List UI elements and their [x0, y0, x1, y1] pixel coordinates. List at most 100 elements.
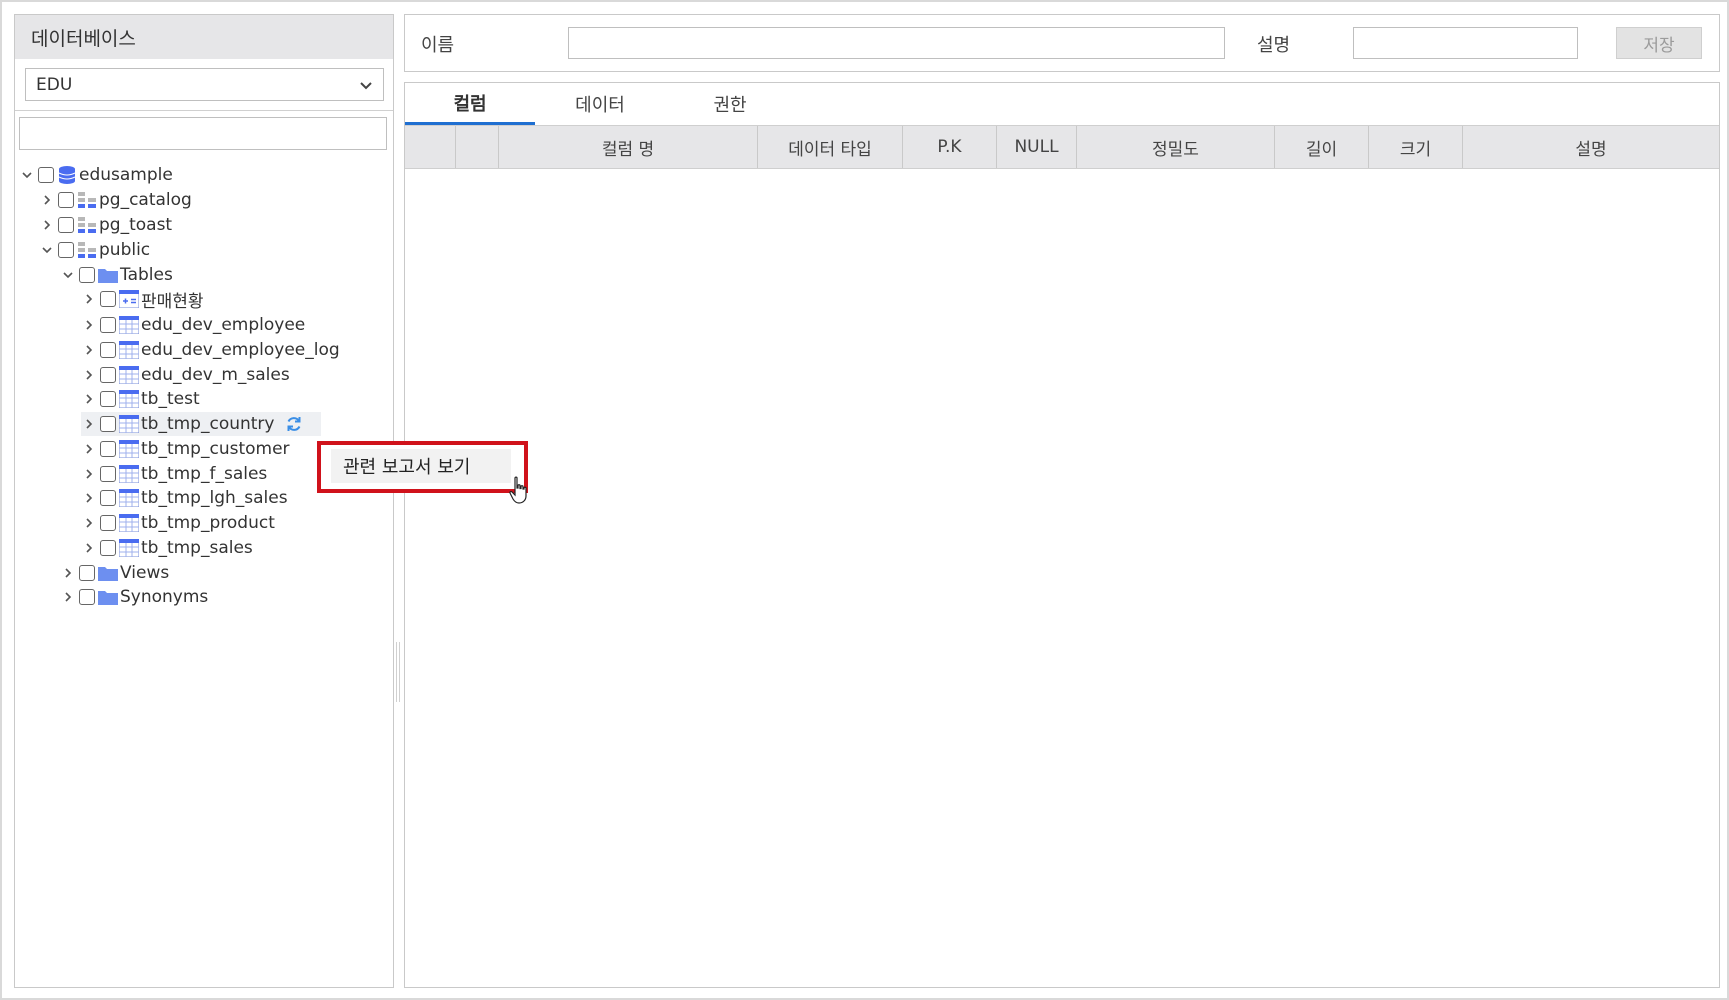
chevron-down-icon[interactable]	[19, 167, 35, 183]
grid-header-null[interactable]: NULL	[997, 126, 1077, 168]
checkbox[interactable]	[79, 267, 95, 283]
name-label: 이름	[421, 35, 455, 56]
chevron-right-icon[interactable]	[81, 441, 97, 457]
checkbox[interactable]	[100, 391, 116, 407]
grid-header-precision[interactable]: 정밀도	[1077, 126, 1275, 168]
save-button[interactable]: 저장	[1616, 27, 1702, 59]
tree-node-table[interactable]: edu_dev_employee_log	[81, 338, 340, 362]
tab-data[interactable]: 데이터	[535, 83, 665, 125]
table-icon	[119, 538, 139, 558]
grid-header-data-type[interactable]: 데이터 타입	[758, 126, 903, 168]
tree-node-label: tb_tmp_country	[141, 414, 275, 434]
checkbox[interactable]	[38, 167, 54, 183]
checkbox[interactable]	[79, 565, 95, 581]
database-panel: 데이터베이스 EDU edusample pg_catalog pg_toast…	[14, 14, 394, 988]
tree-node-folder-views[interactable]: Views	[60, 561, 169, 585]
checkbox[interactable]	[100, 515, 116, 531]
grid-header-select[interactable]	[456, 126, 499, 168]
tree-node-table[interactable]: tb_test	[81, 387, 200, 411]
table-icon	[119, 464, 139, 484]
tree-node-table[interactable]: tb_tmp_sales	[81, 536, 253, 560]
chevron-right-icon[interactable]	[81, 391, 97, 407]
chevron-down-icon[interactable]	[39, 242, 55, 258]
tree-node-table[interactable]: 판매현황	[81, 287, 204, 312]
chevron-down-icon[interactable]	[60, 267, 76, 283]
tree-node-label: tb_tmp_product	[141, 513, 275, 533]
checkbox[interactable]	[58, 242, 74, 258]
tree-node-folder-tables[interactable]: Tables	[60, 263, 173, 287]
chevron-right-icon[interactable]	[81, 490, 97, 506]
checkbox[interactable]	[100, 317, 116, 333]
checkbox[interactable]	[100, 466, 116, 482]
chevron-right-icon[interactable]	[81, 317, 97, 333]
folder-icon	[98, 587, 118, 607]
grid-header-description[interactable]: 설명	[1463, 126, 1719, 168]
tree-node-label: tb_test	[141, 389, 200, 409]
tree-node-label: edu_dev_m_sales	[141, 365, 290, 385]
checkbox[interactable]	[100, 490, 116, 506]
tree-node-label: edu_dev_employee_log	[141, 340, 340, 360]
checkbox[interactable]	[100, 416, 116, 432]
grid-header-pk[interactable]: P.K	[903, 126, 997, 168]
checkbox[interactable]	[100, 291, 116, 307]
detail-panel: 컬럼 데이터 권한 컬럼 명 데이터 타입 P.K NULL 정밀도 길이 크기…	[404, 82, 1720, 988]
name-input[interactable]	[568, 27, 1225, 59]
chevron-right-icon[interactable]	[81, 342, 97, 358]
table-icon	[119, 513, 139, 533]
tree-node-table[interactable]: tb_tmp_product	[81, 511, 275, 535]
chevron-right-icon[interactable]	[81, 466, 97, 482]
chevron-right-icon[interactable]	[81, 367, 97, 383]
tab-permissions[interactable]: 권한	[665, 83, 795, 125]
app-frame: 데이터베이스 EDU edusample pg_catalog pg_toast…	[0, 0, 1729, 1000]
context-menu-item-view-related-reports[interactable]: 관련 보고서 보기	[331, 449, 511, 483]
folder-icon	[98, 265, 118, 285]
chevron-right-icon[interactable]	[60, 565, 76, 581]
tree-node-table[interactable]: edu_dev_employee	[81, 313, 305, 337]
chevron-right-icon[interactable]	[81, 540, 97, 556]
grid-header-column-name[interactable]: 컬럼 명	[499, 126, 758, 168]
tree-node-label: pg_catalog	[99, 190, 192, 210]
tree-node-label: public	[99, 240, 151, 260]
tree-node-label: tb_tmp_f_sales	[141, 464, 268, 484]
tree-node-schema[interactable]: pg_catalog	[39, 188, 192, 212]
checkbox[interactable]	[100, 367, 116, 383]
chevron-right-icon[interactable]	[81, 515, 97, 531]
tree-node-root[interactable]: edusample	[19, 163, 173, 187]
tree-node-label: tb_tmp_lgh_sales	[141, 488, 288, 508]
table-icon	[119, 315, 139, 335]
tree-node-schema[interactable]: pg_toast	[39, 213, 172, 237]
tree-node-label: Tables	[120, 265, 173, 285]
chevron-right-icon[interactable]	[81, 416, 97, 432]
checkbox[interactable]	[100, 540, 116, 556]
context-menu: 관련 보고서 보기	[317, 441, 528, 493]
checkbox[interactable]	[79, 589, 95, 605]
tree-node-table[interactable]: tb_tmp_f_sales	[81, 462, 267, 486]
chevron-right-icon[interactable]	[39, 217, 55, 233]
tree-filter-input[interactable]	[19, 117, 387, 150]
tree-node-label: 판매현황	[141, 291, 204, 312]
description-input[interactable]	[1353, 27, 1578, 59]
chevron-right-icon[interactable]	[39, 192, 55, 208]
chevron-right-icon[interactable]	[60, 589, 76, 605]
grid-header-length[interactable]: 길이	[1275, 126, 1369, 168]
tree-node-folder-synonyms[interactable]: Synonyms	[60, 585, 208, 609]
tree-node-table[interactable]: edu_dev_m_sales	[81, 363, 290, 387]
folder-icon	[98, 563, 118, 583]
refresh-icon[interactable]	[285, 415, 303, 433]
tree-node-label: Synonyms	[120, 587, 209, 607]
tab-columns[interactable]: 컬럼	[405, 83, 535, 125]
panel-splitter[interactable]	[396, 642, 400, 702]
tree-node-table[interactable]: tb_tmp_customer	[81, 437, 290, 461]
checkbox[interactable]	[58, 192, 74, 208]
checkbox[interactable]	[100, 342, 116, 358]
database-select[interactable]: EDU	[25, 68, 384, 101]
tree-node-table[interactable]: tb_tmp_lgh_sales	[81, 486, 288, 510]
tree-node-schema[interactable]: public	[39, 238, 150, 262]
grid-header-size[interactable]: 크기	[1369, 126, 1463, 168]
tree-node-table-selected[interactable]: tb_tmp_country	[81, 412, 321, 436]
table-icon	[119, 340, 139, 360]
hand-cursor-icon	[509, 476, 527, 504]
checkbox[interactable]	[58, 217, 74, 233]
chevron-right-icon[interactable]	[81, 291, 97, 307]
checkbox[interactable]	[100, 441, 116, 457]
